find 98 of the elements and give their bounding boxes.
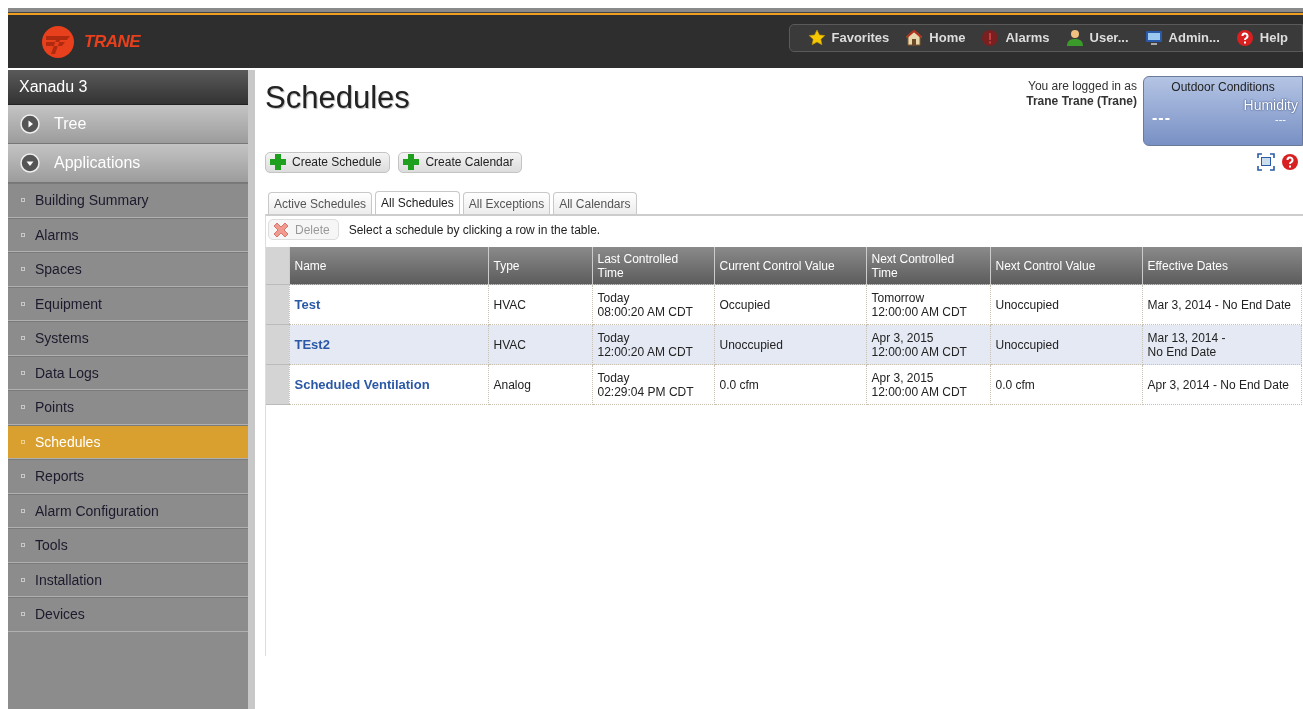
column-header[interactable]: Last Controlled Time bbox=[592, 247, 714, 285]
nav-item[interactable]: Spaces bbox=[8, 252, 248, 287]
monitor-icon bbox=[1144, 28, 1163, 47]
table-cell: Apr 3, 2015 12:00:00 AM CDT bbox=[866, 364, 990, 405]
bullet-icon bbox=[21, 405, 25, 410]
column-header[interactable]: Next Control Value bbox=[990, 247, 1142, 285]
bullet-icon bbox=[21, 543, 25, 548]
brand-name: TRANE bbox=[84, 31, 141, 52]
table-cell: Today 12:00:20 AM CDT bbox=[592, 324, 714, 365]
table-cell: 0.0 cfm bbox=[714, 364, 866, 405]
bullet-icon bbox=[21, 439, 25, 444]
table-cell: Unoccupied bbox=[990, 284, 1142, 325]
nav-item[interactable]: Systems bbox=[8, 321, 248, 356]
nav-item[interactable]: Equipment bbox=[8, 286, 248, 321]
nav-item[interactable]: Building Summary bbox=[8, 183, 248, 218]
nav-link[interactable]: Admin... bbox=[1136, 28, 1228, 47]
tab[interactable]: Active Schedules bbox=[268, 192, 373, 214]
table-cell: Today 02:29:04 PM CDT bbox=[592, 364, 714, 405]
house-icon bbox=[905, 28, 924, 47]
column-header[interactable]: Type bbox=[488, 247, 592, 285]
nav-item-label: Systems bbox=[35, 330, 89, 347]
nav-link[interactable]: Home bbox=[897, 28, 974, 47]
nav-item-label: Devices bbox=[35, 606, 85, 623]
nav-item[interactable]: Installation bbox=[8, 562, 248, 597]
plus-icon bbox=[402, 153, 421, 171]
nav-item-label: Building Summary bbox=[35, 192, 149, 209]
nav-link[interactable]: User... bbox=[1057, 28, 1137, 47]
nav-item-label: Tools bbox=[35, 537, 68, 554]
table-cell: Apr 3, 2014 - No End Date bbox=[1142, 364, 1302, 405]
site-title: Xanadu 3 bbox=[8, 70, 248, 105]
tab[interactable]: All Schedules bbox=[375, 191, 460, 214]
nav-item-label: Spaces bbox=[35, 261, 82, 278]
reading-value: --- bbox=[1152, 109, 1171, 127]
nav-item[interactable]: Points bbox=[8, 390, 248, 425]
column-header[interactable]: Effective Dates bbox=[1142, 247, 1302, 285]
table-cell: Tomorrow 12:00:00 AM CDT bbox=[866, 284, 990, 325]
create-button[interactable]: Create Calendar bbox=[398, 151, 523, 173]
table-cell: Mar 3, 2014 - No End Date bbox=[1142, 284, 1302, 325]
table-cell: HVAC bbox=[488, 324, 592, 365]
table-cell: Mar 13, 2014 - No End Date bbox=[1142, 324, 1302, 365]
panel-title: Outdoor Conditions bbox=[1170, 80, 1276, 94]
alarm-icon bbox=[981, 28, 1000, 47]
bullet-icon bbox=[21, 301, 25, 306]
bullet-icon bbox=[21, 508, 25, 513]
user-name: Trane Trane (Trane) bbox=[1026, 94, 1137, 109]
bullet-icon bbox=[21, 577, 25, 582]
login-label: You are logged in as bbox=[1028, 79, 1137, 93]
nav-item-label: Points bbox=[35, 399, 74, 416]
star-icon bbox=[807, 28, 826, 47]
nav-item-label: Equipment bbox=[35, 295, 102, 312]
help-icon[interactable] bbox=[1281, 153, 1299, 171]
column-header[interactable]: Current Control Value bbox=[714, 247, 866, 285]
hint-text: Select a schedule by clicking a row in the table. bbox=[348, 222, 601, 237]
nav-item[interactable]: Devices bbox=[8, 597, 248, 632]
nav-item[interactable]: Data Logs bbox=[8, 355, 248, 390]
column-header[interactable]: Name bbox=[289, 247, 488, 285]
column-header[interactable]: Next Controlled Time bbox=[866, 247, 990, 285]
help-icon bbox=[1235, 28, 1254, 47]
bullet-icon bbox=[21, 370, 25, 375]
nav-item-label: Schedules bbox=[35, 433, 101, 450]
bullet-icon bbox=[21, 232, 25, 237]
tab[interactable]: All Calendars bbox=[553, 192, 637, 214]
bullet-icon bbox=[21, 612, 25, 617]
bullet-icon bbox=[21, 474, 25, 479]
nav-item[interactable]: Alarm Configuration bbox=[8, 493, 248, 528]
table-cell: Analog bbox=[488, 364, 592, 405]
nav-item-label: Reports bbox=[35, 468, 85, 485]
plus-icon bbox=[269, 153, 287, 171]
fullscreen-icon[interactable] bbox=[1257, 153, 1275, 171]
schedule-link[interactable]: Scheduled Ventilation bbox=[289, 364, 488, 405]
nav-link[interactable]: Favorites bbox=[799, 28, 898, 47]
bullet-icon bbox=[21, 267, 25, 272]
schedule-link[interactable]: TEst2 bbox=[289, 324, 488, 365]
schedule-link[interactable]: Test bbox=[289, 284, 488, 325]
bullet-icon bbox=[21, 198, 25, 203]
page-title: Schedules bbox=[265, 80, 411, 116]
table-cell: Occupied bbox=[714, 284, 866, 325]
create-button[interactable]: Create Schedule bbox=[265, 151, 391, 173]
table-cell: HVAC bbox=[488, 284, 592, 325]
bullet-icon bbox=[21, 336, 25, 341]
table-cell: 0.0 cfm bbox=[990, 364, 1142, 405]
nav-item[interactable]: Alarms bbox=[8, 217, 248, 252]
nav-link[interactable]: Alarms bbox=[973, 28, 1058, 47]
nav-item-label: Installation bbox=[35, 571, 102, 588]
nav-link[interactable]: Help bbox=[1227, 28, 1296, 47]
humidity-label: Humidity bbox=[1243, 97, 1298, 113]
nav-item-label: Alarms bbox=[35, 226, 79, 243]
nav-item-label: Alarm Configuration bbox=[35, 502, 159, 519]
nav-item[interactable]: Reports bbox=[8, 459, 248, 494]
table-cell: Apr 3, 2015 12:00:00 AM CDT bbox=[866, 324, 990, 365]
tab[interactable]: All Exceptions bbox=[462, 192, 551, 214]
nav-item-label: Data Logs bbox=[35, 364, 99, 381]
table-cell: Unoccupied bbox=[990, 324, 1142, 365]
table-cell: Unoccupied bbox=[714, 324, 866, 365]
humidity-value: --- bbox=[1275, 113, 1286, 125]
user-icon bbox=[1065, 28, 1084, 47]
nav-item[interactable]: Tools bbox=[8, 528, 248, 563]
table-cell: Today 08:00:20 AM CDT bbox=[592, 284, 714, 325]
